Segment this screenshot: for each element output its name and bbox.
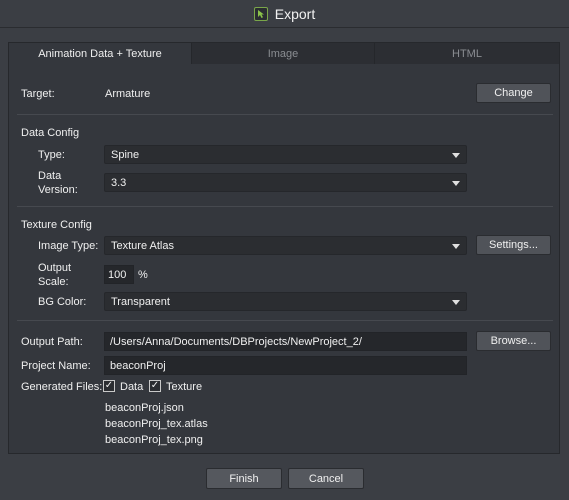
texture-config-title: Texture Config — [21, 219, 92, 231]
texture-checkbox[interactable]: ✓ — [149, 380, 161, 392]
data-config-title: Data Config — [21, 127, 80, 139]
type-select[interactable]: Spine — [104, 145, 467, 164]
window-title: Export — [274, 5, 316, 22]
export-panel: Animation Data + Texture Image HTML Targ… — [8, 42, 560, 454]
title-bar: Export — [0, 0, 569, 28]
generated-files-label: Generated Files: — [21, 381, 103, 393]
tab-animation-data-texture[interactable]: Animation Data + Texture — [9, 43, 192, 64]
image-type-select[interactable]: Texture Atlas — [104, 236, 467, 255]
finish-button[interactable]: Finish — [206, 468, 282, 489]
cancel-button[interactable]: Cancel — [288, 468, 364, 489]
texture-checkbox-label: Texture — [166, 381, 203, 393]
output-path-input[interactable]: /Users/Anna/Documents/DBProjects/NewProj… — [104, 332, 467, 351]
data-version-label-line2: Version: — [38, 184, 78, 196]
app-logo-icon — [253, 6, 268, 21]
chevron-down-icon — [452, 153, 460, 158]
output-scale-unit: % — [138, 269, 148, 281]
title-wrap: Export — [253, 5, 316, 22]
data-version-label-line1: Data — [38, 170, 62, 182]
generated-file-item: beaconProj_tex.atlas — [105, 418, 208, 430]
browse-button[interactable]: Browse... — [476, 331, 551, 351]
divider — [17, 320, 553, 321]
data-checkbox-label: Data — [120, 381, 144, 393]
chevron-down-icon — [452, 244, 460, 249]
target-value: Armature — [105, 88, 151, 100]
target-label: Target: — [21, 88, 55, 100]
tab-html[interactable]: HTML — [375, 43, 559, 64]
data-version-select-value: 3.3 — [111, 176, 127, 189]
generated-file-item: beaconProj_tex.png — [105, 434, 203, 446]
generated-file-item: beaconProj.json — [105, 402, 184, 414]
project-name-label: Project Name: — [21, 360, 91, 372]
output-scale-input[interactable]: 100 — [104, 265, 134, 284]
checkmark-icon: ✓ — [150, 380, 160, 391]
chevron-down-icon — [452, 300, 460, 305]
cursor-arrow-icon — [257, 9, 264, 18]
image-type-label: Image Type: — [38, 240, 99, 252]
data-checkbox[interactable]: ✓ — [103, 380, 115, 392]
output-path-label: Output Path: — [21, 336, 83, 348]
bg-color-select-value: Transparent — [111, 295, 170, 308]
output-scale-label-line2: Scale: — [38, 276, 69, 288]
divider — [17, 114, 553, 115]
project-name-input[interactable]: beaconProj — [104, 356, 467, 375]
bg-color-label: BG Color: — [38, 296, 87, 308]
image-type-select-value: Texture Atlas — [111, 239, 174, 252]
type-label: Type: — [38, 149, 65, 161]
chevron-down-icon — [452, 181, 460, 186]
checkmark-icon: ✓ — [104, 380, 114, 391]
divider — [17, 206, 553, 207]
output-scale-label-line1: Output — [38, 262, 72, 274]
change-button[interactable]: Change — [476, 83, 551, 103]
type-select-value: Spine — [111, 148, 140, 161]
tab-bar: Animation Data + Texture Image HTML — [9, 43, 559, 64]
bg-color-select[interactable]: Transparent — [104, 292, 467, 311]
settings-button[interactable]: Settings... — [476, 235, 551, 255]
data-version-select[interactable]: 3.3 — [104, 173, 467, 192]
tab-image[interactable]: Image — [192, 43, 375, 64]
